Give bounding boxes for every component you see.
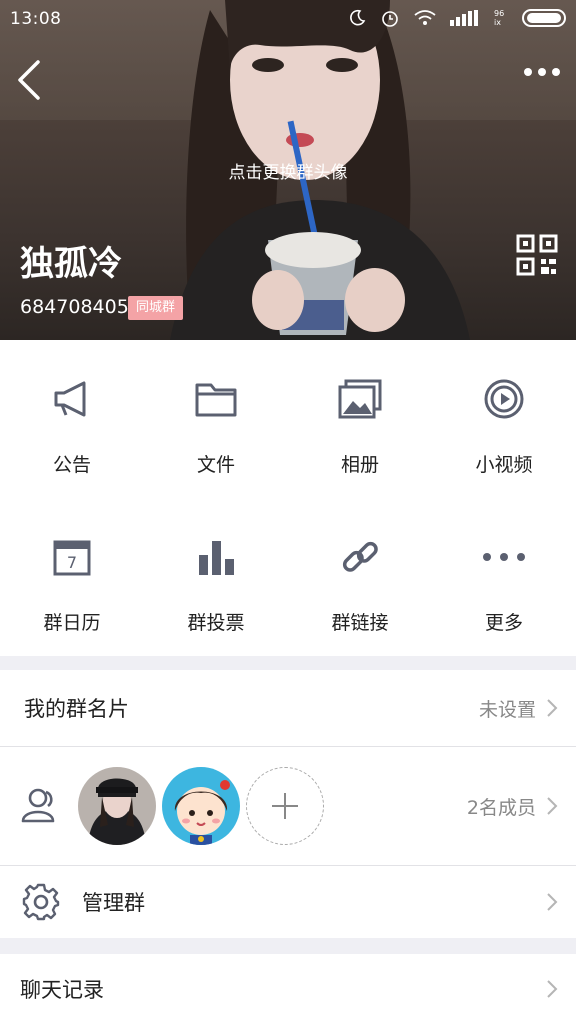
member-count: 2名成员 [466, 796, 536, 819]
signal-icon [450, 10, 478, 26]
chat-history-chevron-wrap [546, 979, 558, 999]
my-group-card-value-wrap: 未设置 [479, 695, 558, 722]
more-icon [481, 534, 527, 580]
album-icon [337, 376, 383, 422]
back-button[interactable] [14, 58, 46, 102]
network-label: 96 ix [494, 9, 505, 27]
feature-files[interactable]: 文件 [144, 340, 288, 498]
more-options-button[interactable] [524, 68, 560, 76]
status-bar: 13:08 96 ix [0, 0, 576, 40]
status-time: 13:08 [10, 9, 62, 29]
megaphone-icon [49, 376, 95, 422]
manage-group-chevron-wrap [546, 892, 558, 912]
chevron-right-icon [547, 980, 558, 998]
feature-label: 公告 [52, 454, 91, 476]
gear-icon [22, 883, 60, 921]
feature-more[interactable]: 更多 [432, 498, 576, 656]
poll-icon [193, 534, 239, 580]
my-group-card-value: 未设置 [478, 698, 536, 721]
member-avatar[interactable] [78, 767, 156, 845]
feature-link[interactable]: 群链接 [288, 498, 432, 656]
feature-label: 小视频 [475, 454, 533, 476]
feature-label: 更多 [484, 612, 523, 634]
feature-grid: 公告 文件 相册 小视频 7 群日历 群投票 群链接 更多 [0, 340, 576, 656]
member-count-wrap: 2名成员 [467, 793, 558, 820]
chat-history-row[interactable]: 聊天记录 [0, 954, 576, 1024]
feature-label: 群链接 [331, 612, 389, 634]
status-icons: 96 ix [348, 8, 566, 28]
members-row[interactable]: 2名成员 [0, 747, 576, 865]
member-avatar[interactable] [162, 767, 240, 845]
add-member-button[interactable] [246, 767, 324, 845]
dot-icon [538, 68, 546, 76]
feature-album[interactable]: 相册 [288, 340, 432, 498]
member-photo [78, 767, 156, 845]
feature-announcement[interactable]: 公告 [0, 340, 144, 498]
dot-icon [524, 68, 532, 76]
my-group-card-row[interactable]: 我的群名片 未设置 [0, 670, 576, 746]
chevron-right-icon [547, 699, 558, 717]
moon-icon [350, 9, 366, 26]
folder-icon [193, 376, 239, 422]
manage-group-row[interactable]: 管理群 [0, 866, 576, 938]
calendar-day: 7 [67, 553, 77, 572]
calendar-icon: 7 [49, 534, 95, 580]
chat-history-label: 聊天记录 [20, 978, 104, 1002]
qr-code-icon[interactable] [516, 234, 558, 276]
manage-group-label: 管理群 [82, 891, 145, 915]
group-name: 独孤冷 [20, 244, 122, 284]
wifi-icon [414, 10, 436, 25]
feature-label: 文件 [196, 454, 235, 476]
change-avatar-hint[interactable]: 点击更换群头像 [0, 158, 576, 183]
member-cartoon [162, 767, 240, 845]
my-group-card-label: 我的群名片 [24, 697, 129, 721]
chevron-right-icon [547, 893, 558, 911]
feature-label: 群投票 [187, 612, 245, 634]
feature-short-video[interactable]: 小视频 [432, 340, 576, 498]
group-id: 684708405 [20, 296, 129, 318]
plus-icon [272, 793, 298, 819]
alarm-icon [382, 11, 398, 27]
members-icon [21, 788, 55, 823]
dot-icon [552, 68, 560, 76]
video-icon [481, 376, 527, 422]
feature-label: 群日历 [43, 612, 101, 634]
feature-calendar[interactable]: 7 群日历 [0, 498, 144, 656]
chevron-right-icon [547, 797, 558, 815]
feature-label: 相册 [340, 454, 379, 476]
battery-icon [522, 9, 566, 27]
group-header: 13:08 96 ix 点击更换群头像 独孤冷 684708405 同城群 [0, 0, 576, 340]
link-icon [337, 534, 383, 580]
group-type-badge: 同城群 [128, 296, 184, 320]
feature-poll[interactable]: 群投票 [144, 498, 288, 656]
